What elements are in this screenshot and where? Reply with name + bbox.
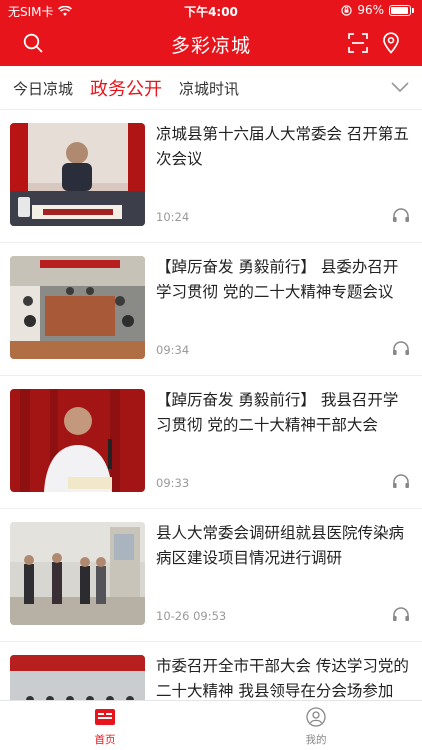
user-icon xyxy=(306,707,326,727)
tabbar-mine-label: 我的 xyxy=(305,734,327,746)
home-icon xyxy=(95,709,115,725)
news-title: 【踔厉奋发 勇毅前行】 我县召开学习贯彻 党的二十大精神干部大会 xyxy=(156,391,399,434)
headphones-icon[interactable] xyxy=(392,207,410,223)
news-time: 10-26 09:53 xyxy=(156,609,227,623)
battery-tip xyxy=(412,7,414,13)
news-item[interactable]: 凉城县第十六届人大常委会 召开第五次会议 10:24 xyxy=(0,110,422,243)
tab-today[interactable]: 今日凉城 xyxy=(13,78,73,99)
news-item[interactable]: 县人大常委会调研组就县医院传染病 病区建设项目情况进行调研 10-26 09:5… xyxy=(0,509,422,642)
status-bar: 无SIM卡 下午4:00 96% xyxy=(0,0,422,22)
battery-percent: 96% xyxy=(357,3,384,17)
tabbar-home-label: 首页 xyxy=(94,734,116,746)
news-thumbnail xyxy=(10,655,145,700)
status-right: 96% xyxy=(341,3,414,17)
scan-icon[interactable] xyxy=(347,32,369,54)
headphones-icon[interactable] xyxy=(392,340,410,356)
news-title: 县人大常委会调研组就县医院传染病 病区建设项目情况进行调研 xyxy=(156,524,405,567)
news-thumbnail xyxy=(10,123,145,226)
headphones-icon[interactable] xyxy=(392,473,410,489)
tabbar-mine[interactable]: 我的 xyxy=(286,707,346,747)
app-header: 多彩凉城 xyxy=(0,22,422,66)
news-item[interactable]: 【踔厉奋发 勇毅前行】 我县召开学习贯彻 党的二十大精神干部大会 09:33 xyxy=(0,376,422,509)
news-title: 【踔厉奋发 勇毅前行】 县委办召开学习贯彻 党的二十大精神专题会议 xyxy=(156,258,399,301)
bottom-tab-bar: 首页 我的 xyxy=(0,700,422,750)
news-time: 10:24 xyxy=(156,210,190,224)
news-thumbnail xyxy=(10,256,145,359)
tab-government[interactable]: 政务公开 xyxy=(90,75,162,101)
news-time: 09:33 xyxy=(156,476,190,490)
tab-news[interactable]: 凉城时讯 xyxy=(179,78,239,99)
news-thumbnail xyxy=(10,389,145,492)
chevron-down-icon[interactable] xyxy=(390,80,410,94)
news-title: 市委召开全市干部大会 传达学习党的二十大精神 我县领导在分会场参加 xyxy=(156,657,409,700)
battery-icon xyxy=(389,4,411,16)
news-feed: 凉城县第十六届人大常委会 召开第五次会议 10:24 【踔厉奋发 勇毅前行】 县… xyxy=(0,110,422,700)
orientation-lock-icon xyxy=(341,4,353,16)
news-title: 凉城县第十六届人大常委会 召开第五次会议 xyxy=(156,125,409,168)
news-thumbnail xyxy=(10,522,145,625)
news-item[interactable]: 【踔厉奋发 勇毅前行】 县委办召开学习贯彻 党的二十大精神专题会议 09:34 xyxy=(0,243,422,376)
news-time: 09:34 xyxy=(156,343,190,357)
news-item[interactable]: 市委召开全市干部大会 传达学习党的二十大精神 我县领导在分会场参加 xyxy=(0,642,422,700)
category-tabs: 今日凉城 政务公开 凉城时讯 xyxy=(0,66,422,110)
headphones-icon[interactable] xyxy=(392,606,410,622)
tabbar-home[interactable]: 首页 xyxy=(75,707,135,747)
location-icon[interactable] xyxy=(380,32,402,54)
